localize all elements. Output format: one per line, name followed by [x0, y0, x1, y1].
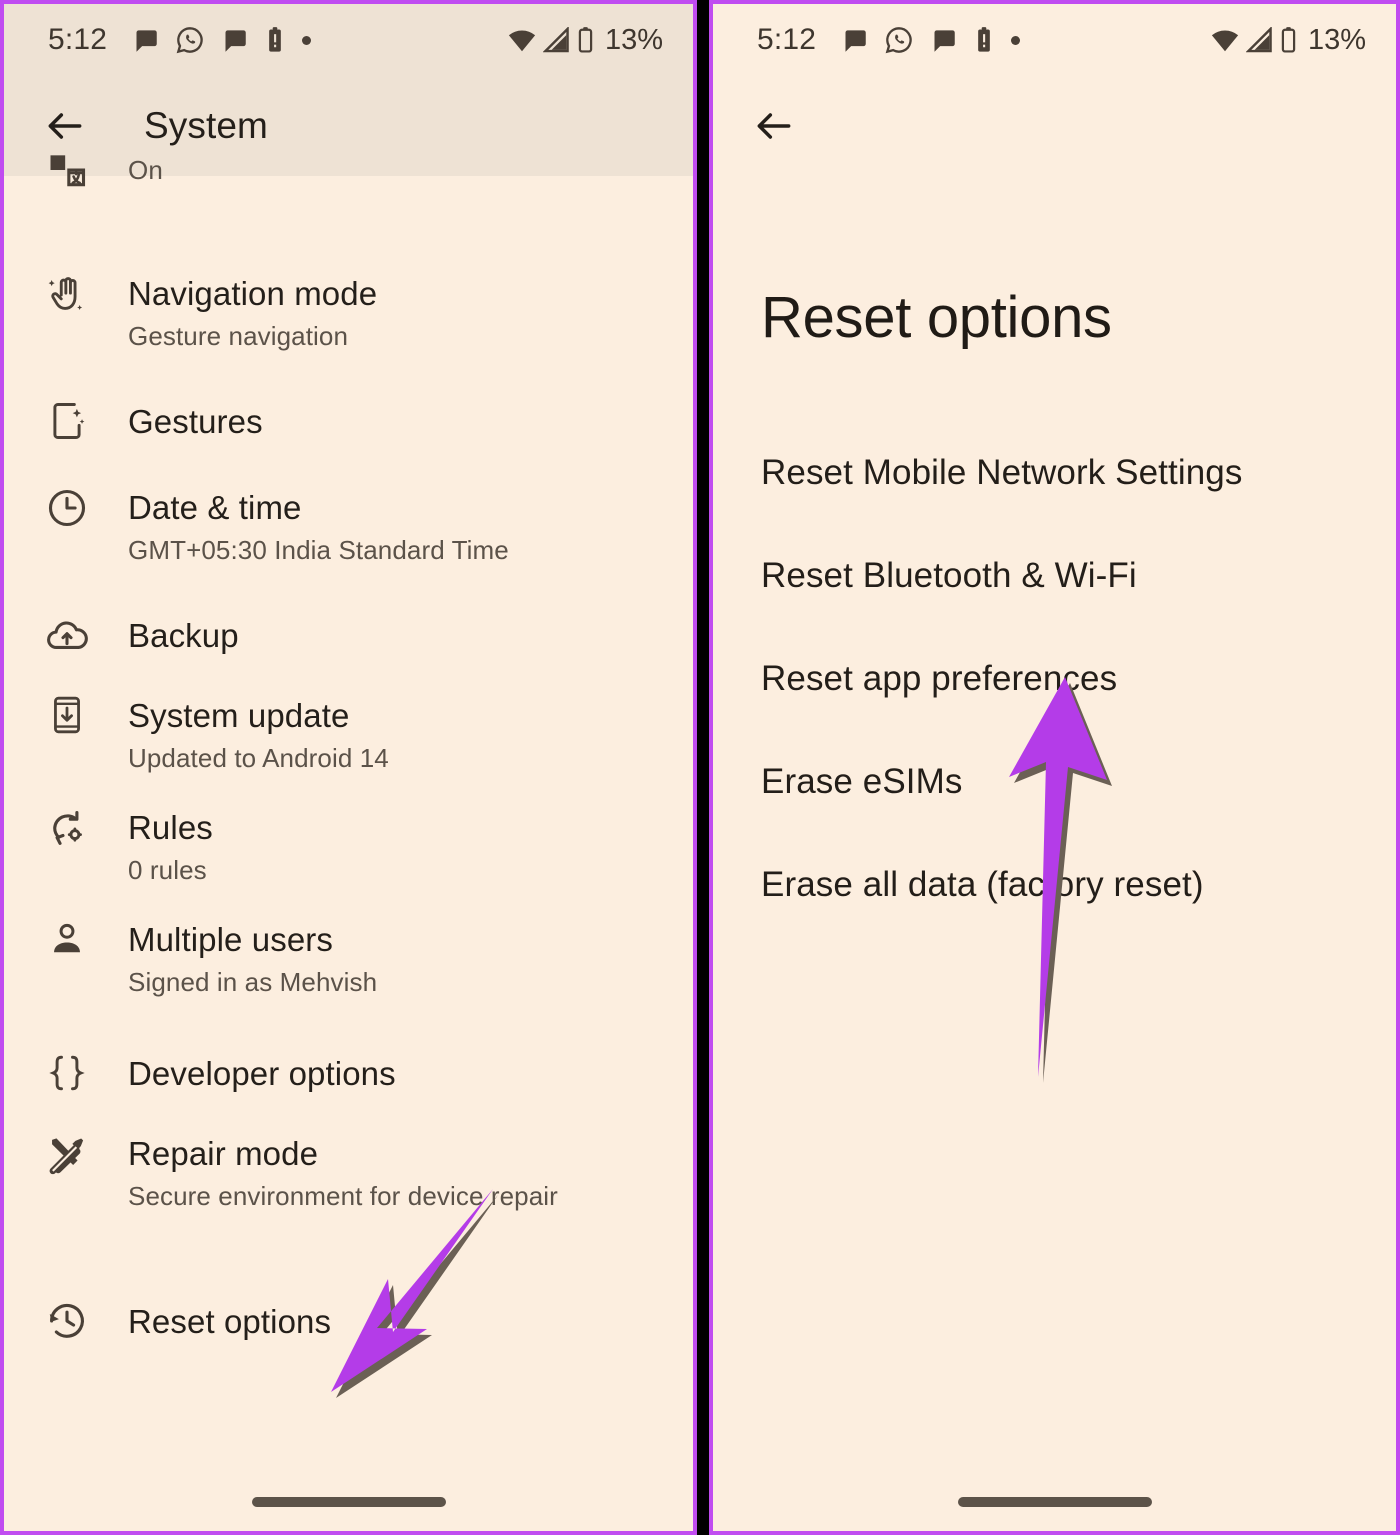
- system-settings-list: On Navigation mode Gesture navigation Ge…: [4, 148, 693, 1370]
- list-item-subtitle: Gesture navigation: [128, 321, 349, 351]
- battery-alert-icon: [265, 26, 285, 54]
- dot-icon: [302, 35, 312, 45]
- sidebar-item-gestures[interactable]: Gestures: [4, 372, 693, 470]
- status-bar: 5:12 13%: [713, 4, 1396, 76]
- list-item-title: Multiple users: [128, 921, 333, 958]
- reset-option-erase-all-data[interactable]: Erase all data (factory reset): [713, 833, 1396, 936]
- list-item-text: Backup: [128, 614, 239, 656]
- battery-icon: [576, 26, 595, 54]
- list-item-text: On: [128, 148, 163, 187]
- sidebar-item-backup[interactable]: Backup: [4, 586, 693, 684]
- sidebar-item-rules[interactable]: Rules 0 rules: [4, 806, 693, 906]
- list-item-subtitle: Updated to Android 14: [128, 743, 389, 773]
- list-item-subtitle: GMT+05:30 India Standard Time: [128, 535, 509, 565]
- reset-option-app-preferences[interactable]: Reset app preferences: [713, 627, 1396, 730]
- panel-divider: [697, 0, 709, 1535]
- chat-bubble-icon: [930, 27, 957, 54]
- status-bar-left: 5:12: [757, 23, 1021, 57]
- sidebar-item-navigation-mode[interactable]: Navigation mode Gesture navigation: [4, 272, 693, 372]
- list-item-text: Rules 0 rules: [128, 806, 213, 887]
- list-item-text: Reset options: [128, 1300, 331, 1342]
- battery-percent-label: 13%: [1307, 23, 1366, 56]
- whatsapp-icon: [885, 26, 913, 54]
- sidebar-item-date-time[interactable]: Date & time GMT+05:30 India Standard Tim…: [4, 486, 693, 586]
- battery-icon: [1279, 26, 1298, 54]
- reset-options-list: Reset Mobile Network Settings Reset Blue…: [713, 421, 1396, 936]
- dot-icon: [1011, 35, 1021, 45]
- list-item-title: Repair mode: [128, 1135, 319, 1172]
- system-update-icon: [38, 694, 96, 736]
- list-item-title: Developer options: [128, 1055, 396, 1092]
- sidebar-item-reset-options[interactable]: Reset options: [4, 1272, 693, 1370]
- status-bar-right: 13%: [507, 24, 663, 57]
- person-icon: [38, 918, 96, 960]
- battery-percent-label: 13%: [604, 23, 663, 56]
- app-bar: [713, 76, 1396, 176]
- whatsapp-icon: [176, 26, 204, 54]
- status-bar: 5:12 13%: [4, 4, 693, 76]
- right-phone-screen: 5:12 13% Reset options Reset Mobile Netw…: [709, 0, 1400, 1535]
- list-item-text: Multiple users Signed in as Mehvish: [128, 918, 377, 999]
- reset-option-bluetooth-wifi[interactable]: Reset Bluetooth & Wi-Fi: [713, 524, 1396, 627]
- sidebar-item-multiple-users[interactable]: Multiple users Signed in as Mehvish: [4, 918, 693, 1018]
- page-title: Reset options: [761, 285, 1112, 350]
- list-item-text: System update Updated to Android 14: [128, 694, 389, 775]
- status-bar-right: 13%: [1210, 24, 1366, 57]
- back-arrow-icon[interactable]: [743, 95, 805, 157]
- cellular-signal-icon: [542, 27, 570, 53]
- sidebar-item-developer-options[interactable]: Developer options: [4, 1024, 693, 1122]
- wifi-icon: [1210, 27, 1240, 53]
- chat-bubble-icon: [132, 27, 159, 54]
- page-title: System: [144, 105, 268, 146]
- list-item-text: Date & time GMT+05:30 India Standard Tim…: [128, 486, 509, 567]
- status-bar-clock: 5:12: [48, 23, 108, 56]
- battery-alert-icon: [974, 26, 994, 54]
- list-item-subtitle: 0 rules: [128, 855, 207, 885]
- gesture-hand-icon: [38, 272, 96, 318]
- list-item-subtitle: On: [128, 155, 163, 185]
- list-item-text: Navigation mode Gesture navigation: [128, 272, 377, 353]
- sidebar-item-system-update[interactable]: System update Updated to Android 14: [4, 694, 693, 794]
- phone-sparkle-icon: [38, 399, 96, 443]
- wifi-icon: [507, 27, 537, 53]
- restore-history-icon: [38, 1299, 96, 1343]
- list-item-title: Navigation mode: [128, 275, 378, 312]
- gesture-nav-pill[interactable]: [251, 1497, 446, 1507]
- list-item-text: Repair mode Secure environment for devic…: [128, 1132, 558, 1213]
- chat-bubble-icon: [841, 27, 868, 54]
- clock-icon: [38, 486, 96, 530]
- list-item-text: Developer options: [128, 1052, 396, 1094]
- list-item-title: Backup: [128, 617, 239, 654]
- braces-icon: [38, 1051, 96, 1095]
- cloud-upload-icon: [38, 612, 96, 658]
- left-phone-screen: 5:12 13% System On Navigation mode Gestu…: [0, 0, 697, 1535]
- list-item-text: Gestures: [128, 400, 263, 442]
- list-item-title: Date & time: [128, 489, 302, 526]
- list-item-subtitle: Signed in as Mehvish: [128, 967, 378, 997]
- list-item[interactable]: On: [4, 148, 693, 248]
- status-bar-left: 5:12: [48, 23, 312, 57]
- list-item-subtitle: Secure environment for device repair: [128, 1181, 558, 1211]
- dual-screenshot-container: 5:12 13% System On Navigation mode Gestu…: [0, 0, 1400, 1535]
- translate-icon: [38, 148, 96, 192]
- list-item-title: Rules: [128, 809, 213, 846]
- status-bar-clock: 5:12: [757, 23, 817, 56]
- list-item-title: Reset options: [128, 1303, 332, 1340]
- rules-gear-icon: [38, 806, 96, 850]
- cellular-signal-icon: [1245, 27, 1273, 53]
- chat-bubble-icon: [221, 27, 248, 54]
- sidebar-item-repair-mode[interactable]: Repair mode Secure environment for devic…: [4, 1132, 693, 1232]
- reset-option-mobile-network[interactable]: Reset Mobile Network Settings: [713, 421, 1396, 524]
- tools-icon: [38, 1132, 96, 1178]
- list-item-title: Gestures: [128, 403, 263, 440]
- reset-option-erase-esims[interactable]: Erase eSIMs: [713, 730, 1396, 833]
- gesture-nav-pill[interactable]: [957, 1497, 1152, 1507]
- list-item-title: System update: [128, 697, 350, 734]
